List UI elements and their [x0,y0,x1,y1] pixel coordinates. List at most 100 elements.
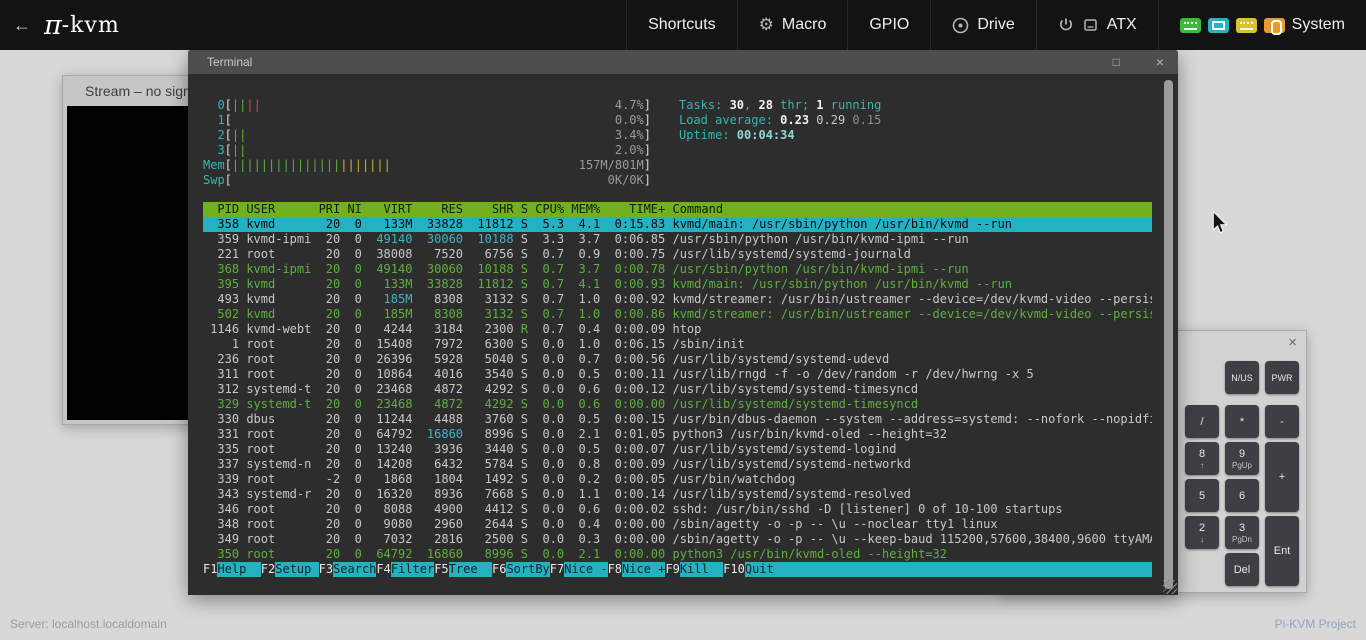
process-row[interactable]: 335root2001324039363440S0.00.50:00.07/us… [203,442,1152,457]
key-numpad8[interactable]: 8↑ [1185,442,1219,475]
menu-drive[interactable]: Drive [930,0,1035,50]
column-header[interactable]: USER [246,202,311,217]
key-numpad9[interactable]: 9PgUp [1225,442,1259,475]
process-cell: 0:00.15 [607,412,665,427]
meter-label: Mem [203,158,225,173]
key-delete[interactable]: Del [1225,553,1259,586]
menu-shortcuts[interactable]: Shortcuts [626,0,737,50]
process-cell: 0 [347,352,361,367]
column-header[interactable]: NI [347,202,361,217]
top-nav: ← π-kvm Shortcuts ⚙ Macro GPIO Drive ATX [0,0,1366,50]
process-cell: S [521,277,528,292]
key-numpad2[interactable]: 2↓ [1185,516,1219,549]
pikvm-project-link[interactable]: Pi-KVM Project [1275,617,1356,631]
fkey-label[interactable]: Tree [449,562,492,577]
fkey-label[interactable]: Filter [391,562,434,577]
process-cell: 0 [347,487,361,502]
process-row[interactable]: 493kvmd200185M83083132S0.71.00:00.92kvmd… [203,292,1152,307]
fkey-label[interactable]: Nice - [564,562,607,577]
process-cell: 0.0 [535,412,564,427]
key-nus[interactable]: N/US [1225,361,1259,394]
process-cell: root [246,547,311,562]
htop-table-header[interactable]: PID USER PRI NI VIRT RES SHR S CPU% MEM% TIME+ Comm… [203,202,1152,217]
column-header[interactable]: CPU% [535,202,564,217]
column-header[interactable]: VIRT [369,202,412,217]
column-header[interactable]: Command [672,202,1152,217]
process-row[interactable]: 221root2003800875206756S0.70.90:00.75/us… [203,247,1152,262]
process-row[interactable]: 346root200808849004412S0.00.60:00.02sshd… [203,502,1152,517]
back-button[interactable]: ← [0,0,44,50]
key-divide[interactable]: / [1185,405,1219,438]
resize-handle[interactable] [1163,580,1177,594]
process-row[interactable]: 329systemd-t2002346848724292S0.00.60:00.… [203,397,1152,412]
terminal-titlebar[interactable]: Terminal □ × [188,50,1178,74]
process-cell: /sbin/agetty -o -p -- \u --keep-baud 115… [672,532,1152,547]
process-cell: S [521,442,528,457]
process-row[interactable]: 330dbus2001124444883760S0.00.50:00.15/us… [203,412,1152,427]
process-row[interactable]: 331root20064792168608996S0.02.10:01.05py… [203,427,1152,442]
process-row[interactable]: 1root2001540879726300S0.01.00:06.15/sbin… [203,337,1152,352]
process-row[interactable]: 311root2001086440163540S0.00.50:00.11/us… [203,367,1152,382]
column-header[interactable]: S [521,202,528,217]
process-cell: 185M [369,307,412,322]
process-row[interactable]: 350root20064792168608996S0.02.10:00.00py… [203,547,1152,562]
stat-segment: 1 [816,98,823,112]
menu-gpio[interactable]: GPIO [847,0,930,50]
htop-output: 0[||||4.7%]1[0.0%]2[||3.4%]3[||2.0%]Mem[… [203,98,1152,587]
process-row[interactable]: 236root2002639659285040S0.00.70:00.56/us… [203,352,1152,367]
key-enter[interactable]: Ent [1265,516,1299,586]
process-row[interactable]: 358kvmd200133M3382811812S5.34.10:15.83kv… [203,217,1152,232]
fkey-number: F3 [319,562,333,577]
column-header[interactable]: SHR [470,202,513,217]
key-subtract[interactable]: - [1265,405,1299,438]
process-row[interactable]: 1146kvmd-webt200424431842300R0.70.40:00.… [203,322,1152,337]
process-row[interactable]: 348root200908029602644S0.00.40:00.00/sbi… [203,517,1152,532]
column-header[interactable]: RES [420,202,463,217]
maximize-icon[interactable]: □ [1113,55,1120,69]
fkey-label[interactable]: Search [333,562,376,577]
process-row[interactable]: 349root200703228162500S0.00.30:00.00/sbi… [203,532,1152,547]
column-header[interactable]: PRI [319,202,341,217]
close-icon[interactable]: × [1288,334,1297,351]
display-status-icon [1208,18,1229,33]
process-row[interactable]: 368kvmd-ipmi200491403006010188S0.73.70:0… [203,262,1152,277]
fkey-label[interactable]: Setup [275,562,318,577]
close-icon[interactable]: × [1156,54,1164,70]
key-add[interactable]: + [1265,442,1299,512]
process-row[interactable]: 359kvmd-ipmi200491403006010188S3.33.70:0… [203,232,1152,247]
process-row[interactable]: 395kvmd200133M3382811812S0.74.10:00.93kv… [203,277,1152,292]
process-row[interactable]: 339root-20186818041492S0.00.20:00.05/usr… [203,472,1152,487]
fkey-label[interactable]: Help [217,562,260,577]
key-multiply[interactable]: * [1225,405,1259,438]
fkey-label[interactable]: Kill [680,562,723,577]
terminal-window: Terminal □ × 0[||||4.7%]1[0.0%]2[||3.4%]… [188,50,1178,595]
column-header[interactable]: MEM% [571,202,600,217]
process-row[interactable]: 502kvmd200185M83083132S0.71.00:00.86kvmd… [203,307,1152,322]
menu-system[interactable]: System [1158,0,1366,50]
process-cell: 20 [319,277,341,292]
fkey-label[interactable]: Nice + [622,562,665,577]
key-power[interactable]: PWR [1265,361,1299,394]
menu-macro[interactable]: ⚙ Macro [737,0,848,50]
terminal-scrollbar[interactable] [1164,80,1173,589]
stat-line: Load average: 0.23 0.29 0.15 [679,113,881,128]
meter-value: 4.7% [615,98,644,113]
process-cell: 3760 [470,412,513,427]
process-cell: 20 [319,457,341,472]
key-numpad3[interactable]: 3PgDn [1225,516,1259,549]
meter-bracket: [ [225,173,232,188]
key-numpad6[interactable]: 6 [1225,479,1259,512]
key-numpad5[interactable]: 5 [1185,479,1219,512]
process-cell: 335 [203,442,239,457]
menu-atx[interactable]: ATX [1036,0,1158,50]
column-header[interactable]: TIME+ [607,202,665,217]
column-header[interactable]: PID [203,202,239,217]
fkey-label[interactable]: Quit [745,562,788,577]
process-row[interactable]: 337systemd-n2001420864325784S0.00.80:00.… [203,457,1152,472]
process-row[interactable]: 312systemd-t2002346848724292S0.00.60:00.… [203,382,1152,397]
process-row[interactable]: 343systemd-r2001632089367668S0.01.10:00.… [203,487,1152,502]
stat-segment: thr; [773,98,816,112]
terminal-body[interactable]: 0[||||4.7%]1[0.0%]2[||3.4%]3[||2.0%]Mem[… [188,74,1178,595]
fkey-label[interactable]: SortBy [506,562,549,577]
process-cell: 3132 [470,292,513,307]
